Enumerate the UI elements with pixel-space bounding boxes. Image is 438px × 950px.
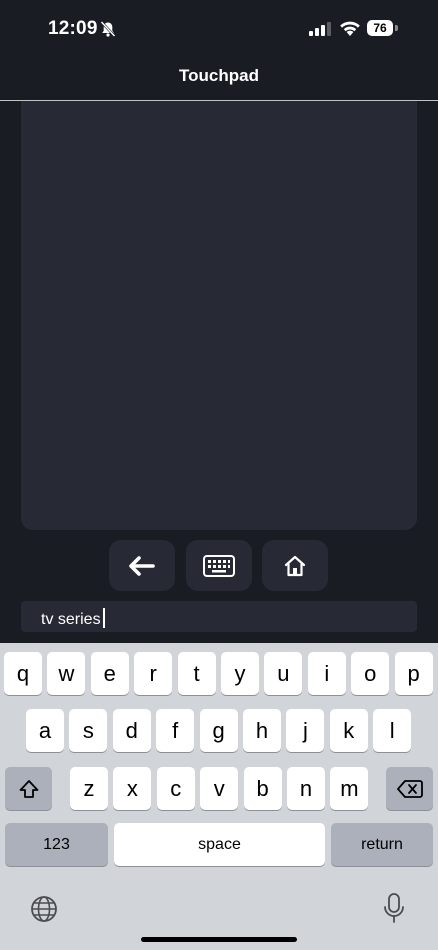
keyboard-button[interactable] [186, 540, 252, 591]
key-g[interactable]: g [199, 709, 238, 752]
key-t[interactable]: t [177, 652, 216, 695]
key-s[interactable]: s [69, 709, 108, 752]
key-q[interactable]: q [4, 652, 42, 695]
key-o[interactable]: o [351, 652, 390, 695]
numbers-key[interactable]: 123 [5, 823, 108, 866]
keyboard-icon [203, 554, 235, 577]
key-f[interactable]: f [156, 709, 195, 752]
key-n[interactable]: n [287, 767, 325, 810]
status-time: 12:09 [48, 18, 98, 39]
status-bar: 12:09 76 [0, 0, 438, 60]
microphone-icon[interactable] [383, 892, 405, 924]
key-d[interactable]: d [112, 709, 151, 752]
key-e[interactable]: e [90, 652, 129, 695]
back-button[interactable] [109, 540, 175, 591]
key-z[interactable]: z [70, 767, 108, 810]
text-caret [102, 608, 105, 628]
home-button[interactable] [262, 540, 328, 591]
key-j[interactable]: j [286, 709, 325, 752]
touchpad-area[interactable] [21, 101, 417, 530]
key-p[interactable]: p [394, 652, 433, 695]
key-k[interactable]: k [329, 709, 368, 752]
key-m[interactable]: m [330, 767, 369, 810]
shift-icon [19, 779, 38, 798]
key-r[interactable]: r [134, 652, 173, 695]
page-title: Touchpad [179, 66, 259, 85]
text-input-value: tv series [41, 608, 105, 629]
key-y[interactable]: y [221, 652, 259, 695]
key-l[interactable]: l [373, 709, 412, 752]
home-icon [284, 555, 306, 576]
globe-icon[interactable] [29, 894, 59, 924]
battery-tip [395, 25, 398, 31]
key-h[interactable]: h [243, 709, 281, 752]
on-screen-keyboard: qwertyuiop asdfghjkl zxcvbnm 123 space r… [0, 643, 438, 950]
key-x[interactable]: x [113, 767, 152, 810]
battery-level: 76 [367, 20, 393, 36]
cellular-signal-icon [309, 22, 331, 36]
backspace-icon [396, 779, 423, 798]
space-key[interactable]: space [114, 823, 325, 866]
key-v[interactable]: v [200, 767, 239, 810]
text-input[interactable]: tv series [21, 601, 417, 632]
wifi-icon [340, 21, 360, 36]
return-key[interactable]: return [331, 823, 433, 866]
key-c[interactable]: c [156, 767, 195, 810]
key-a[interactable]: a [26, 709, 64, 752]
home-indicator[interactable] [141, 937, 297, 942]
back-arrow-icon [129, 555, 155, 576]
key-i[interactable]: i [307, 652, 346, 695]
delete-key[interactable] [386, 767, 433, 810]
key-b[interactable]: b [243, 767, 282, 810]
shift-key[interactable] [5, 767, 52, 810]
key-w[interactable]: w [47, 652, 86, 695]
key-u[interactable]: u [264, 652, 303, 695]
silent-bell-icon [100, 21, 116, 37]
